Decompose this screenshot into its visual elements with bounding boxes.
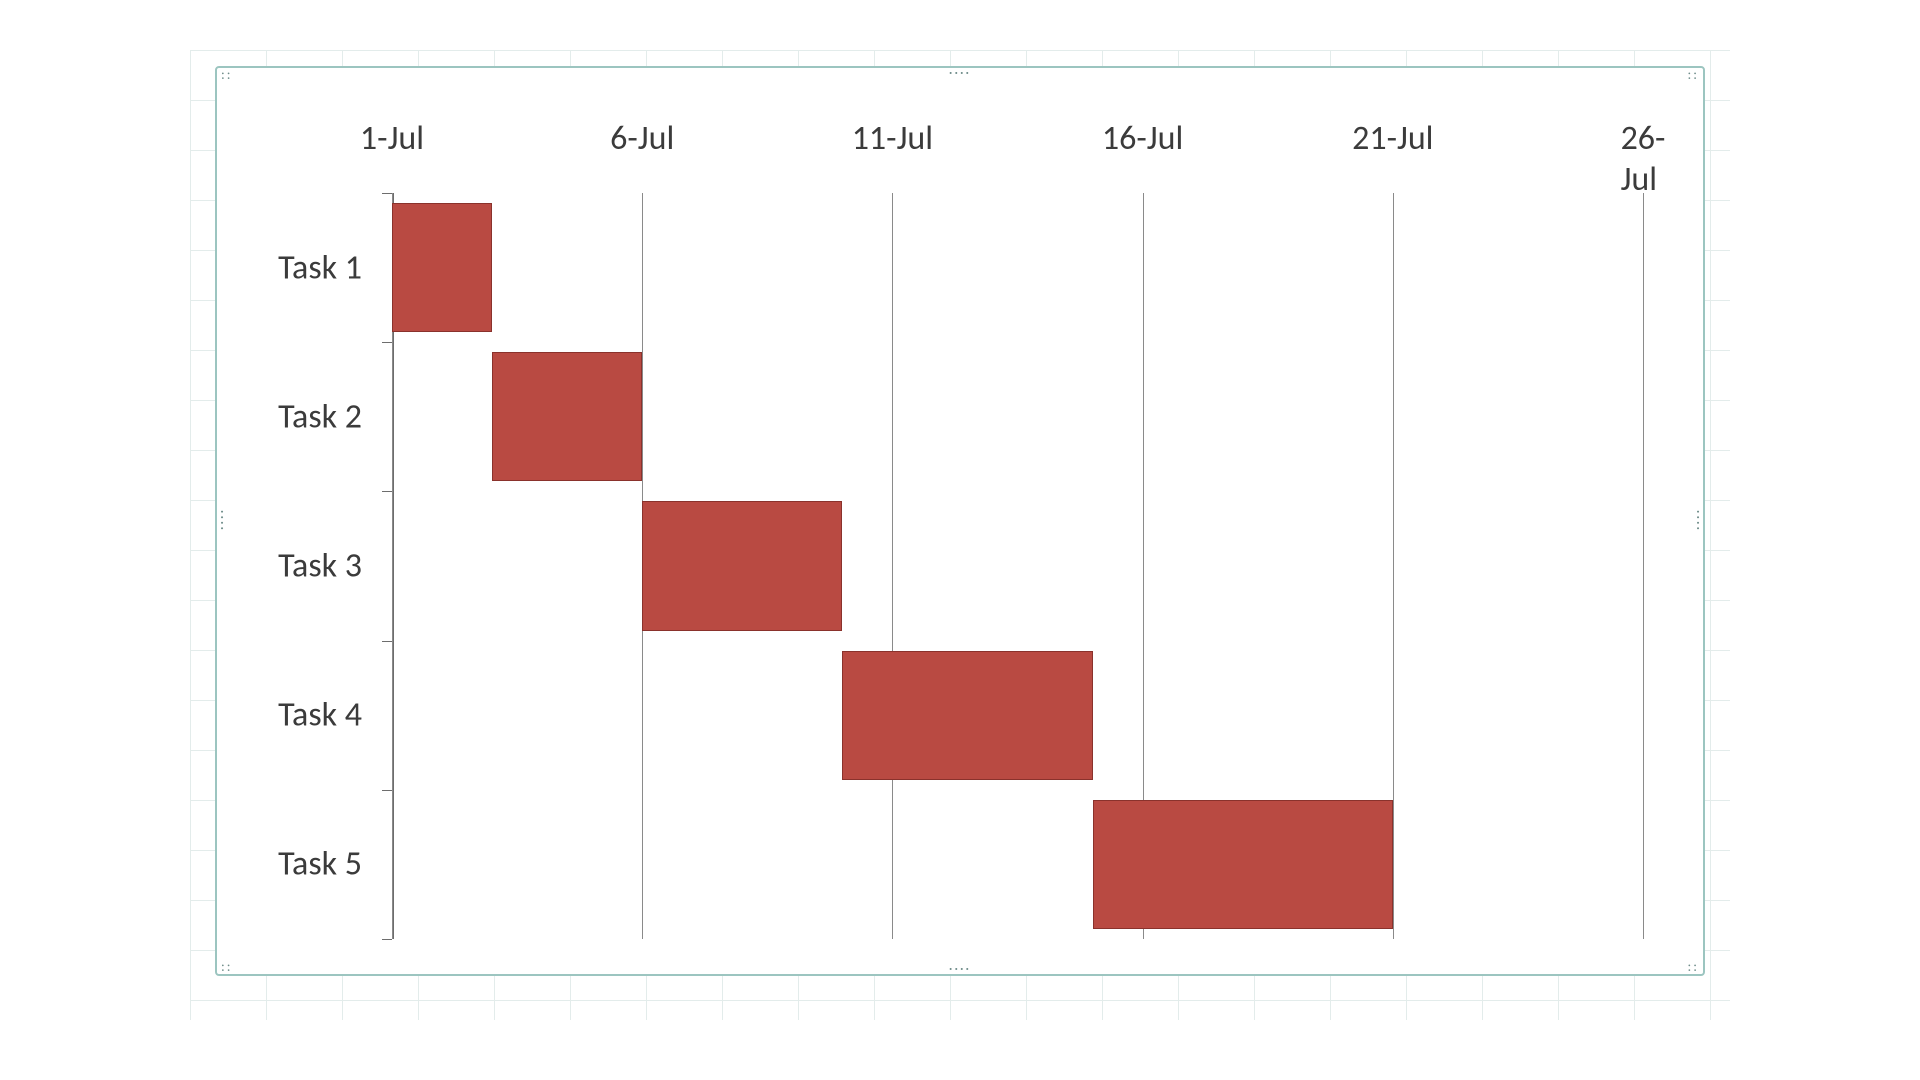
task-row: Task 3 [392,491,1643,640]
y-tick [382,342,392,343]
resize-handle-icon[interactable]: ···· [949,964,971,974]
task-label: Task 2 [278,396,362,437]
y-tick [382,491,392,492]
y-tick [382,939,392,940]
gantt-bar[interactable] [842,651,1092,780]
x-axis-labels: 1-Jul6-Jul11-Jul16-Jul21-Jul26-Jul [237,118,1683,168]
gantt-bar[interactable] [1093,800,1393,929]
task-row: Task 5 [392,790,1643,939]
gantt-bar[interactable] [642,501,842,630]
vertical-gridline [1643,193,1644,939]
x-tick-label: 26-Jul [1621,118,1666,200]
gantt-bar[interactable] [492,352,642,481]
task-row: Task 4 [392,641,1643,790]
x-tick-label: 11-Jul [852,118,933,159]
plot-body: Task 1Task 2Task 3Task 4Task 5 [392,193,1643,939]
y-tick [382,790,392,791]
resize-handle-icon[interactable]: :: [1688,962,1700,972]
gantt-bar[interactable] [392,203,492,332]
resize-handle-icon[interactable]: :: [221,962,233,972]
plot-area: 1-Jul 6-Jul 11-Jul 16-Jul 21-Jul 26-Jul Task … [237,98,1683,944]
x-tick-label: 6-Jul [610,118,674,159]
x-tick-label: 16-Jul [1102,118,1183,159]
resize-handle-icon[interactable]: ···· [217,510,227,532]
task-row: Task 2 [392,342,1643,491]
task-label: Task 1 [278,247,362,288]
task-label: Task 4 [278,695,362,736]
task-label: Task 5 [278,844,362,885]
gantt-chart-object[interactable]: :: :: :: :: ···· ···· ···· ···· 1-Jul 6-J… [215,66,1705,976]
x-tick-label: 1-Jul [360,118,424,159]
x-tick-label: 21-Jul [1352,118,1433,159]
resize-handle-icon[interactable]: ···· [1693,510,1703,532]
resize-handle-icon[interactable]: ···· [949,68,971,78]
task-label: Task 3 [278,545,362,586]
y-tick [382,193,392,194]
resize-handle-icon[interactable]: :: [1688,70,1700,80]
task-row: Task 1 [392,193,1643,342]
y-tick [382,641,392,642]
resize-handle-icon[interactable]: :: [221,70,233,80]
